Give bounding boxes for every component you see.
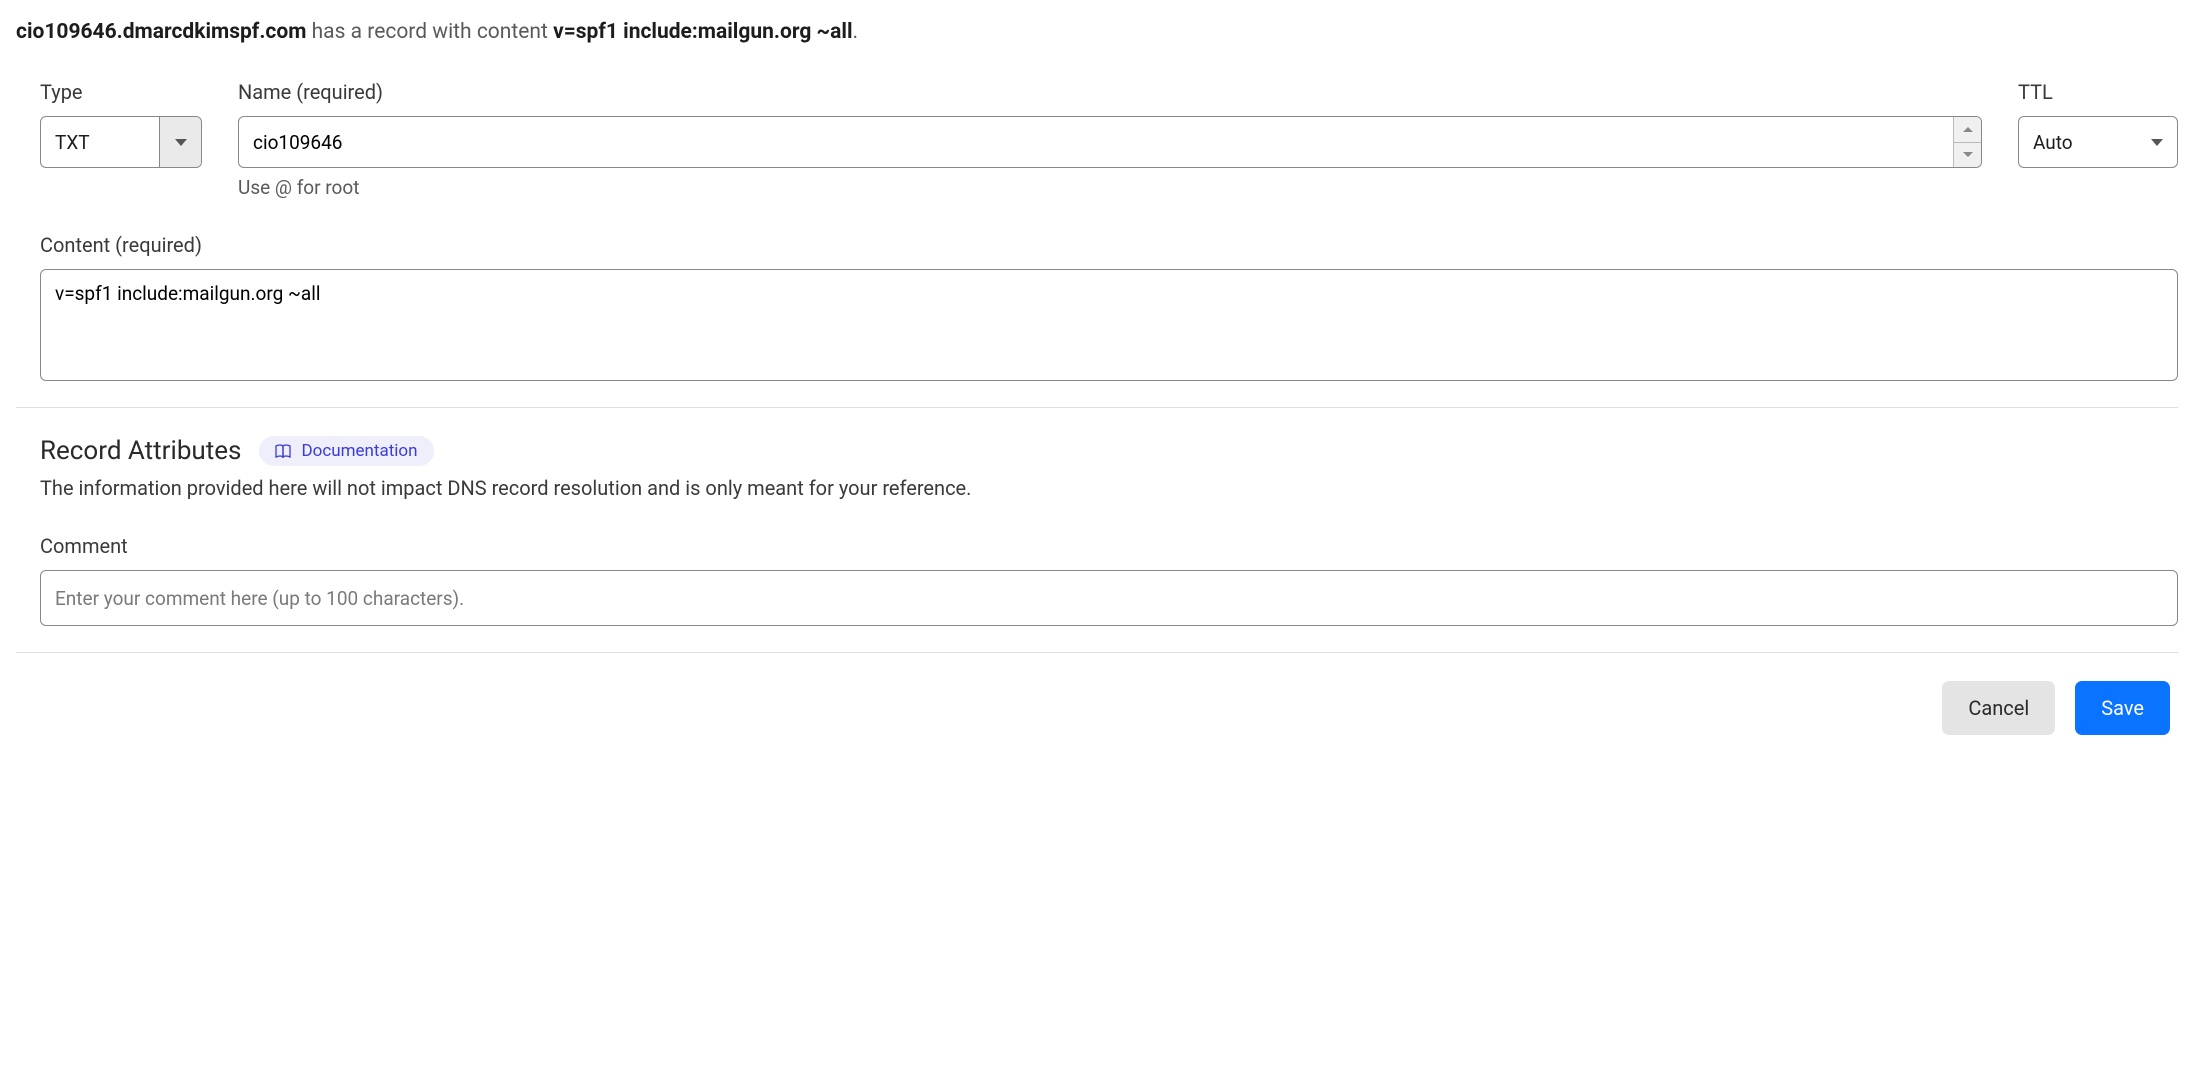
type-field: Type TXT [40,80,202,168]
ttl-field: TTL Auto [2018,80,2178,168]
header-domain: cio109646.dmarcdkimspf.com [16,20,306,44]
name-label: Name (required) [238,80,1982,104]
name-hint: Use @ for root [238,176,1982,199]
header-suffix: . [853,20,859,44]
section-divider [16,407,2178,408]
documentation-link-label: Documentation [301,441,417,461]
save-button[interactable]: Save [2075,681,2170,735]
chevron-down-icon [1963,152,1973,157]
attributes-title: Record Attributes [40,436,241,466]
chevron-down-icon [175,139,187,146]
name-input-wrap [238,116,1982,168]
footer-actions: Cancel Save [16,681,2178,735]
comment-field: Comment [40,534,2178,626]
header-mid: has a record with content [306,20,553,44]
cancel-button[interactable]: Cancel [1942,681,2055,735]
name-spinner [1953,117,1981,167]
spinner-up-button[interactable] [1954,117,1981,143]
ttl-label: TTL [2018,80,2178,104]
type-label: Type [40,80,202,104]
name-field: Name (required) Use @ for root [238,80,1982,199]
attributes-header: Record Attributes Documentation [40,436,2178,466]
content-label: Content (required) [40,233,2178,257]
content-field: Content (required) [40,233,2178,381]
type-dropdown-button[interactable] [159,117,201,167]
documentation-link[interactable]: Documentation [259,436,433,466]
type-select[interactable]: TXT [40,116,202,168]
book-icon [275,444,291,458]
type-value: TXT [41,117,159,167]
spinner-down-button[interactable] [1954,143,1981,168]
ttl-select[interactable]: Auto [2018,116,2178,168]
chevron-down-icon [2151,139,2163,146]
attributes-description: The information provided here will not i… [40,476,2178,500]
header-record: v=spf1 include:mailgun.org ~all [553,20,852,44]
header-summary: cio109646.dmarcdkimspf.com has a record … [16,20,2178,44]
footer-divider [16,652,2178,653]
comment-label: Comment [40,534,2178,558]
chevron-up-icon [1963,127,1973,132]
comment-input[interactable] [40,570,2178,626]
name-input[interactable] [239,117,1953,167]
ttl-value: Auto [2033,131,2073,154]
content-textarea[interactable] [40,269,2178,381]
